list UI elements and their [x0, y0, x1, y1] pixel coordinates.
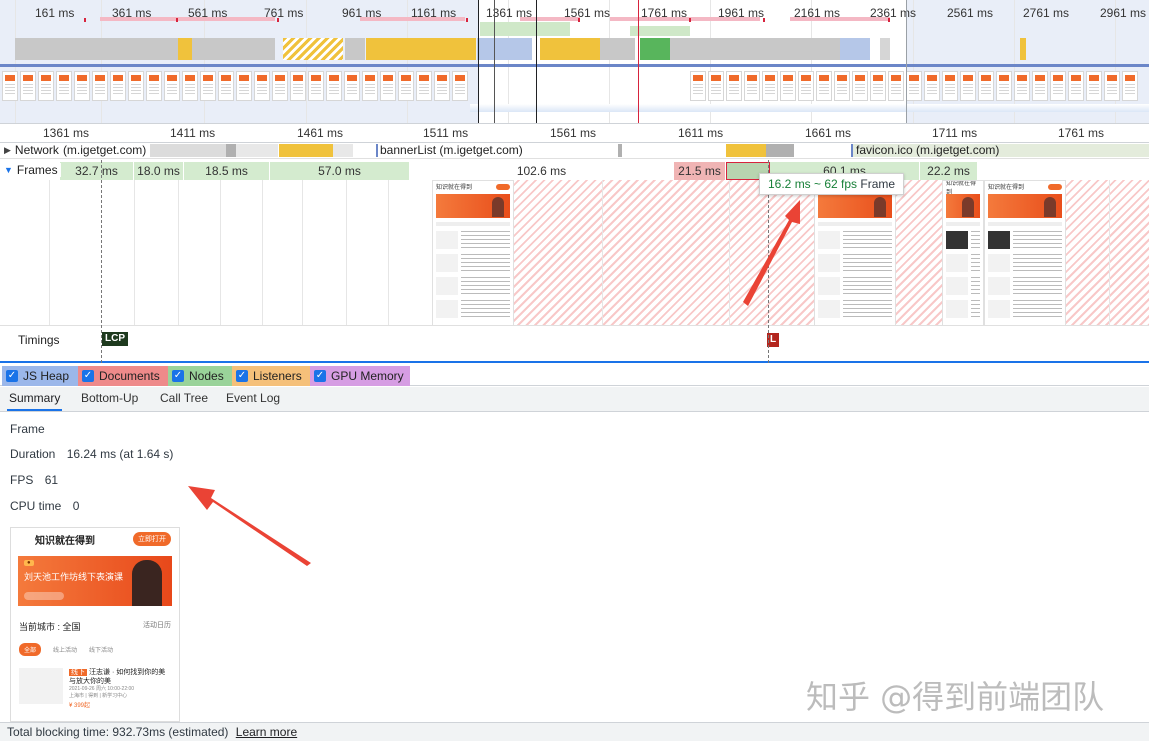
- preview-open-button: 立即打开: [133, 532, 171, 546]
- listeners-label: Listeners: [253, 369, 302, 383]
- frame-screenshot[interactable]: 知识就在得到: [984, 180, 1066, 325]
- frame-screenshot[interactable]: 知识就在得到: [942, 180, 984, 325]
- frame-screenshot[interactable]: 知识就在得到: [432, 180, 514, 325]
- ruler-label: 1611 ms: [678, 126, 724, 140]
- preview-filter: 线下活动: [89, 648, 114, 654]
- overview-network-strip: [0, 64, 1149, 67]
- preview-item-image: [19, 668, 63, 704]
- lcp-marker-line: [101, 160, 102, 363]
- fps-label: FPS: [10, 473, 34, 487]
- bottom-tabs: Summary Bottom-Up Call Tree Event Log: [0, 387, 1149, 412]
- network-track[interactable]: ▶ Network (m.igetget.com) bannerList (m.…: [0, 143, 1149, 159]
- network-request-bannerlist[interactable]: bannerList (m.igetget.com): [380, 143, 523, 157]
- expand-triangle-icon[interactable]: ▶: [4, 145, 11, 156]
- frame-bar[interactable]: 18.5 ms: [184, 162, 270, 180]
- checkbox-check-icon: ✓: [82, 370, 94, 382]
- documents-checkbox[interactable]: ✓ Documents: [78, 366, 168, 386]
- ruler-label: 1761 ms: [1058, 126, 1105, 140]
- nodes-label: Nodes: [189, 369, 224, 383]
- status-footer: Total blocking time: 932.73ms (estimated…: [0, 722, 1149, 741]
- timings-track[interactable]: Timings LCP L: [0, 327, 1149, 363]
- frame-bar[interactable]: 18.0 ms: [134, 162, 184, 180]
- speaker-photo-icon: [132, 560, 162, 606]
- ruler-label: 1461 ms: [297, 126, 344, 140]
- nodes-checkbox[interactable]: ✓ Nodes: [168, 366, 232, 386]
- learn-more-link[interactable]: Learn more: [236, 725, 297, 739]
- overview-tick-label: 2561 ms: [947, 6, 994, 20]
- preview-item-price: ¥ 399起: [69, 703, 91, 709]
- network-first-request: (m.igetget.com): [62, 143, 147, 157]
- checkbox-check-icon: ✓: [314, 370, 326, 382]
- checkbox-check-icon: ✓: [6, 370, 18, 382]
- total-blocking-time: Total blocking time: 932.73ms (estimated…: [7, 725, 229, 739]
- memory-counters: ✓ JS Heap ✓ Documents ✓ Nodes ✓ Listener…: [0, 366, 1149, 386]
- tab-call-tree[interactable]: Call Tree: [158, 387, 210, 411]
- cpu-time-value: 0: [72, 499, 80, 513]
- ruler-label: 1661 ms: [805, 126, 852, 140]
- frame-bar[interactable]: 102.6 ms: [410, 162, 674, 180]
- network-request-favicon[interactable]: favicon.ico (m.igetget.com): [856, 143, 999, 157]
- overview-tick-label: 2961 ms: [1100, 6, 1147, 20]
- lcp-badge[interactable]: LCP: [102, 332, 128, 346]
- ruler-label: 1711 ms: [932, 126, 978, 140]
- network-track-title: Network: [14, 143, 59, 157]
- preview-banner-title: 刘天池工作坊线下表演课: [24, 572, 124, 582]
- ruler-label: 1411 ms: [170, 126, 216, 140]
- listeners-checkbox[interactable]: ✓ Listeners: [232, 366, 310, 386]
- cpu-time-label: CPU time: [10, 499, 62, 513]
- selection-right-handle[interactable]: [906, 0, 907, 123]
- frame-screenshot-preview[interactable]: 知识就在得到 立即打开 ● 刘天池工作坊线下表演课 当前城市 : 全国 活动日历…: [10, 527, 180, 722]
- ruler-label: 1561 ms: [550, 126, 597, 140]
- overview-tick-label: 2761 ms: [1023, 6, 1070, 20]
- preview-filter: 全部: [19, 643, 42, 656]
- frames-track-title: Frames: [16, 163, 58, 177]
- summary-heading: Frame: [10, 422, 45, 436]
- ruler-label: 1361 ms: [43, 126, 90, 140]
- tab-bottom-up[interactable]: Bottom-Up: [79, 387, 140, 411]
- frame-bar[interactable]: 57.0 ms: [270, 162, 410, 180]
- summary-cpu-time: CPU time 0: [10, 499, 79, 513]
- summary-fps: FPS 61: [10, 473, 58, 487]
- overview-tick-label: 161 ms: [35, 6, 75, 20]
- frame-bar[interactable]: 32.7 ms: [60, 162, 134, 180]
- preview-item-meta: 2021-09-26 周六 10:00-22:00: [69, 686, 135, 692]
- checkbox-check-icon: ✓: [172, 370, 184, 382]
- gpu-memory-checkbox[interactable]: ✓ GPU Memory: [310, 366, 410, 386]
- summary-duration: Duration 16.24 ms (at 1.64 s): [10, 447, 173, 461]
- frames-track[interactable]: ▼ Frames 32.7 ms 18.0 ms 18.5 ms 57.0 ms…: [0, 160, 1149, 326]
- network-track-header[interactable]: ▶ Network (m.igetget.com): [4, 143, 150, 157]
- frames-track-header[interactable]: ▼ Frames: [4, 163, 61, 177]
- documents-label: Documents: [99, 369, 160, 383]
- tooltip-kind: Frame: [860, 177, 896, 191]
- duration-label: Duration: [10, 447, 56, 461]
- fps-value: 61: [44, 473, 59, 487]
- preview-item-place: 上海市 | 得到 | 新学习中心: [69, 693, 128, 699]
- preview-header: 知识就在得到: [35, 535, 95, 547]
- collapse-triangle-icon[interactable]: ▼: [4, 165, 13, 175]
- preview-city: 当前城市 : 全国: [19, 622, 81, 632]
- timeline-overview[interactable]: 161 ms 361 ms 561 ms 761 ms 961 ms 1161 …: [0, 0, 1149, 124]
- js-heap-label: JS Heap: [23, 369, 70, 383]
- duration-value: 16.24 ms (at 1.64 s): [66, 447, 174, 461]
- detail-ruler: 1361 ms 1411 ms 1461 ms 1511 ms 1561 ms …: [0, 124, 1149, 143]
- ruler-label: 1511 ms: [423, 126, 469, 140]
- timings-track-title: Timings: [18, 333, 60, 347]
- tab-event-log[interactable]: Event Log: [224, 387, 282, 411]
- tab-summary[interactable]: Summary: [7, 387, 63, 411]
- preview-filter: 线上活动: [53, 648, 78, 654]
- checkbox-check-icon: ✓: [236, 370, 248, 382]
- frame-screenshot[interactable]: 知识就在得到: [814, 180, 896, 325]
- frame-bar[interactable]: 22.2 ms: [920, 162, 978, 180]
- tooltip-fps: 16.2 ms ~ 62 fps: [768, 177, 858, 191]
- gpu-memory-label: GPU Memory: [331, 369, 404, 383]
- watermark: 知乎 @得到前端团队: [806, 678, 1105, 716]
- js-heap-checkbox[interactable]: ✓ JS Heap: [2, 366, 78, 386]
- frame-bar-dropped[interactable]: 21.5 ms: [674, 162, 726, 180]
- preview-calendar: 活动日历: [143, 622, 171, 629]
- frame-tooltip: 16.2 ms ~ 62 fps Frame: [759, 173, 905, 195]
- preview-banner: ● 刘天池工作坊线下表演课: [18, 556, 172, 606]
- selection-left-handle[interactable]: [478, 0, 479, 123]
